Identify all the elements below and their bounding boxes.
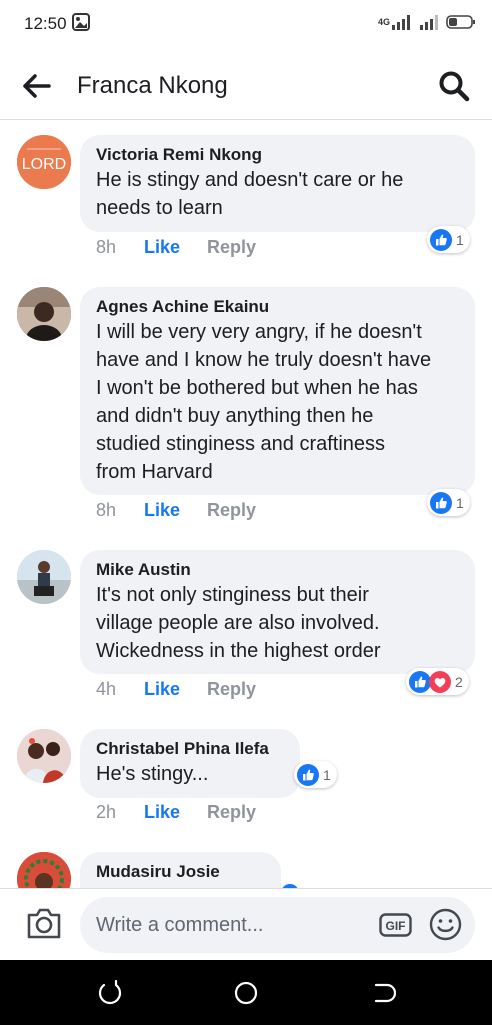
comment-composer: Write a comment... GIF (0, 888, 492, 960)
avatar[interactable] (17, 852, 71, 888)
back-nav-icon[interactable] (370, 980, 396, 1006)
avatar[interactable] (17, 287, 71, 341)
like-button[interactable]: Like (144, 802, 207, 823)
comment-actions: 8h Like Reply (96, 237, 256, 258)
reaction-count: 1 (456, 231, 464, 248)
navigation-bar (0, 960, 492, 1025)
reply-button[interactable]: Reply (207, 802, 256, 823)
avatar-text: LORD (22, 156, 66, 173)
like-reaction-icon (430, 228, 452, 251)
like-reaction-icon (409, 670, 431, 693)
page-title: Franca Nkong (77, 72, 228, 99)
status-indicators: 4G (378, 14, 476, 30)
comment-author[interactable]: Christabel Phina Ilefa (96, 738, 284, 760)
comment-actions: 4h Like Reply (96, 679, 256, 700)
status-time: 12:50 (24, 14, 67, 33)
reaction-summary[interactable]: 1 (427, 489, 470, 516)
comment-text: He is stingy and doesn't care or he need… (96, 169, 404, 219)
reaction-summary[interactable]: 2 (406, 668, 469, 695)
avatar[interactable]: LORD (17, 135, 71, 189)
comment-text: He's stingy... (96, 763, 209, 785)
reply-button[interactable]: Reply (207, 237, 256, 258)
comment-author[interactable]: Agnes Achine Ekainu (96, 296, 459, 318)
comment-bubble[interactable]: Agnes Achine Ekainu I will be very very … (80, 287, 475, 495)
like-button[interactable]: Like (144, 679, 207, 700)
reply-button[interactable]: Reply (207, 500, 256, 521)
comment-bubble[interactable]: Mudasiru Josie (80, 852, 281, 888)
like-reaction-icon (297, 763, 319, 786)
reaction-summary[interactable]: 1 (294, 761, 337, 788)
reaction-count: 1 (323, 766, 331, 783)
back-arrow-icon[interactable] (22, 72, 52, 100)
comment-time[interactable]: 8h (96, 500, 144, 521)
comment-time[interactable]: 2h (96, 802, 144, 823)
status-bar: 12:50 4G (0, 0, 492, 50)
gif-icon[interactable]: GIF (379, 913, 412, 937)
comment-text: It's not only stinginess but their villa… (96, 584, 381, 662)
gif-label: GIF (386, 919, 406, 933)
comment-author[interactable]: Victoria Remi Nkong (96, 144, 459, 166)
search-icon[interactable] (438, 70, 470, 102)
header: Franca Nkong (0, 50, 492, 120)
like-reaction-icon (430, 491, 452, 514)
recent-apps-icon[interactable] (97, 980, 123, 1006)
gallery-notification-icon (72, 13, 90, 31)
avatar[interactable] (17, 729, 71, 783)
camera-icon[interactable] (25, 905, 63, 941)
like-button[interactable]: Like (144, 237, 207, 258)
reaction-count: 1 (456, 494, 464, 511)
comment-author[interactable]: Mike Austin (96, 559, 459, 581)
signal-icon (392, 15, 410, 30)
comment-bubble[interactable]: Mike Austin It's not only stinginess but… (80, 550, 475, 674)
comment-list: LORD Victoria Remi Nkong He is stingy an… (0, 121, 492, 888)
emoji-icon[interactable] (429, 908, 462, 941)
comment-time[interactable]: 8h (96, 237, 144, 258)
comment-time[interactable]: 4h (96, 679, 144, 700)
comment-author[interactable]: Mudasiru Josie (96, 861, 265, 883)
comment-bubble[interactable]: Victoria Remi Nkong He is stingy and doe… (80, 135, 475, 232)
comment-actions: 8h Like Reply (96, 500, 256, 521)
comment-input[interactable]: Write a comment... (80, 897, 475, 953)
signal-icon-2 (420, 15, 438, 30)
comment-text: I will be very very angry, if he doesn't… (96, 321, 432, 483)
comment-bubble[interactable]: Christabel Phina Ilefa He's stingy... (80, 729, 300, 798)
avatar[interactable] (17, 550, 71, 604)
home-icon[interactable] (233, 980, 259, 1006)
network-label: 4G (377, 17, 390, 27)
battery-icon (446, 15, 475, 29)
love-reaction-icon (429, 670, 451, 693)
reply-button[interactable]: Reply (207, 679, 256, 700)
comment-actions: 2h Like Reply (96, 802, 256, 823)
like-button[interactable]: Like (144, 500, 207, 521)
reaction-summary[interactable]: 1 (427, 226, 470, 253)
reaction-count: 2 (455, 673, 463, 690)
